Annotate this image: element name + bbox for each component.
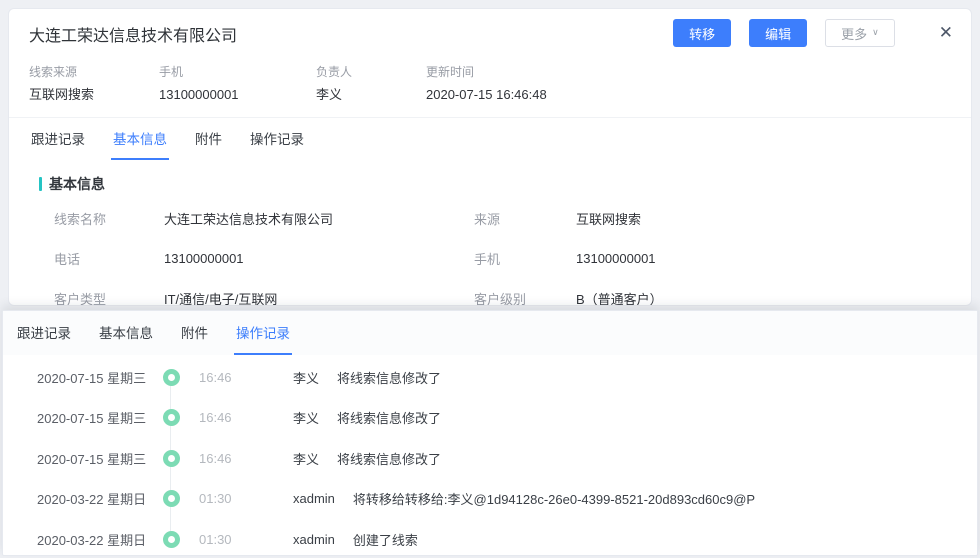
section-title: 基本信息 [39, 174, 951, 194]
summary-lead-source: 线索来源 互联网搜索 [29, 63, 159, 107]
field-value: B（普通客户） [576, 289, 663, 307]
field-customer-type: 客户类型 IT/通信/电子/互联网 [29, 289, 474, 307]
summary-label: 更新时间 [426, 63, 547, 81]
timeline-row: 2020-07-15 星期三 16:46 李义 将线索信息修改了 [3, 357, 977, 398]
tab-operation-records[interactable]: 操作记录 [248, 118, 306, 160]
tab-followup-records[interactable]: 跟进记录 [29, 118, 87, 160]
close-icon[interactable]: ✕ [939, 19, 953, 47]
summary-value: 2020-07-15 16:46:48 [426, 83, 547, 107]
timeline-dot-icon [163, 531, 180, 548]
field-label: 来源 [474, 209, 576, 228]
timeline-dot-icon [163, 490, 180, 507]
timeline-marker [153, 490, 189, 507]
field-label: 手机 [474, 249, 576, 268]
operation-panel-tabs: 跟进记录 基本信息 附件 操作记录 [3, 311, 977, 355]
timeline-row: 2020-03-22 星期日 01:30 xadmin 将转移给转移给:李义@1… [3, 479, 977, 520]
timeline-dot-icon [163, 409, 180, 426]
field-label: 客户类型 [54, 289, 164, 307]
timeline-action: 将线索信息修改了 [337, 368, 441, 387]
header-actions: 转移 编辑 更多 ∨ ✕ [673, 19, 953, 47]
timeline-marker [153, 531, 189, 548]
timeline-time: 01:30 [189, 491, 293, 506]
field-mobile: 手机 13100000001 [474, 249, 951, 268]
basic-info-section: 基本信息 线索名称 大连工荣达信息技术有限公司 来源 互联网搜索 电话 1310… [9, 160, 971, 306]
field-value: 互联网搜索 [576, 209, 641, 228]
timeline-date: 2020-07-15 星期三 [37, 408, 153, 427]
timeline-row: 2020-07-15 星期三 16:46 李义 将线索信息修改了 [3, 438, 977, 479]
field-lead-name: 线索名称 大连工荣达信息技术有限公司 [29, 209, 474, 228]
operation-log-panel: 跟进记录 基本信息 附件 操作记录 2020-07-15 星期三 16:46 李… [2, 310, 978, 556]
timeline-marker [153, 369, 189, 386]
edit-button[interactable]: 编辑 [749, 19, 807, 47]
summary-value: 互联网搜索 [29, 83, 159, 107]
timeline-action: 将线索信息修改了 [337, 408, 441, 427]
timeline-date: 2020-03-22 星期日 [37, 489, 153, 508]
section-accent-bar [39, 177, 42, 191]
field-value: 13100000001 [576, 251, 656, 266]
timeline-action: 将转移给转移给:李义@1d94128c-26e0-4399-8521-20d89… [353, 489, 755, 508]
timeline-time: 16:46 [189, 410, 293, 425]
tab-basic-info[interactable]: 基本信息 [97, 311, 155, 355]
more-button[interactable]: 更多 ∨ [825, 19, 895, 47]
timeline-dot-icon [163, 450, 180, 467]
timeline-user: 李义 [293, 368, 319, 387]
info-row: 客户类型 IT/通信/电子/互联网 客户级别 B（普通客户） [29, 278, 951, 306]
timeline-date: 2020-03-22 星期日 [37, 530, 153, 549]
summary-value: 13100000001 [159, 83, 316, 107]
card-header: 大连工荣达信息技术有限公司 转移 编辑 更多∨ ✕ [9, 9, 971, 55]
timeline-marker [153, 409, 189, 426]
timeline-dot-icon [163, 369, 180, 386]
field-label: 线索名称 [54, 209, 164, 228]
section-title-text: 基本信息 [49, 174, 105, 194]
timeline-user: 李义 [293, 408, 319, 427]
lead-detail-card: 大连工荣达信息技术有限公司 转移 编辑 更多 ∨ ✕ 线索来源 互联网搜索 手机 … [8, 8, 972, 306]
timeline-time: 16:46 [189, 370, 293, 385]
detail-tabs: 跟进记录 基本信息 附件 操作记录 [9, 118, 971, 160]
transfer-button[interactable]: 转移 [673, 19, 731, 47]
timeline-row: 2020-03-22 星期日 01:30 xadmin 创建了线索 [3, 519, 977, 558]
summary-owner: 负责人 李义 [316, 63, 426, 107]
summary-label: 线索来源 [29, 63, 159, 81]
tab-operation-records[interactable]: 操作记录 [234, 311, 292, 355]
summary-updated-time: 更新时间 2020-07-15 16:46:48 [426, 63, 547, 107]
field-value: IT/通信/电子/互联网 [164, 289, 277, 307]
timeline-time: 16:46 [189, 451, 293, 466]
tab-attachments[interactable]: 附件 [179, 311, 210, 355]
timeline-date: 2020-07-15 星期三 [37, 449, 153, 468]
field-value: 大连工荣达信息技术有限公司 [164, 209, 333, 228]
timeline-user: 李义 [293, 449, 319, 468]
summary-value: 李义 [316, 83, 426, 107]
field-phone: 电话 13100000001 [29, 249, 474, 268]
more-button-label: 更多 [841, 24, 867, 43]
timeline-marker [153, 450, 189, 467]
field-label: 客户级别 [474, 289, 576, 307]
field-source: 来源 互联网搜索 [474, 209, 951, 228]
timeline-action: 创建了线索 [353, 530, 418, 549]
timeline-user: xadmin [293, 532, 335, 547]
chevron-down-icon: ∨ [872, 27, 879, 38]
tab-basic-info[interactable]: 基本信息 [111, 118, 169, 160]
timeline-user: xadmin [293, 491, 335, 506]
summary-label: 负责人 [316, 63, 426, 81]
lead-summary: 线索来源 互联网搜索 手机 13100000001 负责人 李义 更新时间 20… [9, 55, 971, 107]
timeline-date: 2020-07-15 星期三 [37, 368, 153, 387]
info-row: 电话 13100000001 手机 13100000001 [29, 238, 951, 278]
tab-attachments[interactable]: 附件 [193, 118, 224, 160]
timeline-action: 将线索信息修改了 [337, 449, 441, 468]
info-row: 线索名称 大连工荣达信息技术有限公司 来源 互联网搜索 [29, 198, 951, 238]
summary-mobile: 手机 13100000001 [159, 63, 316, 107]
field-value: 13100000001 [164, 251, 244, 266]
operation-timeline: 2020-07-15 星期三 16:46 李义 将线索信息修改了 2020-07… [3, 355, 977, 558]
field-label: 电话 [54, 249, 164, 268]
tab-followup-records[interactable]: 跟进记录 [15, 311, 73, 355]
timeline-time: 01:30 [189, 532, 293, 547]
timeline-row: 2020-07-15 星期三 16:46 李义 将线索信息修改了 [3, 398, 977, 439]
summary-label: 手机 [159, 63, 316, 81]
field-customer-level: 客户级别 B（普通客户） [474, 289, 951, 307]
